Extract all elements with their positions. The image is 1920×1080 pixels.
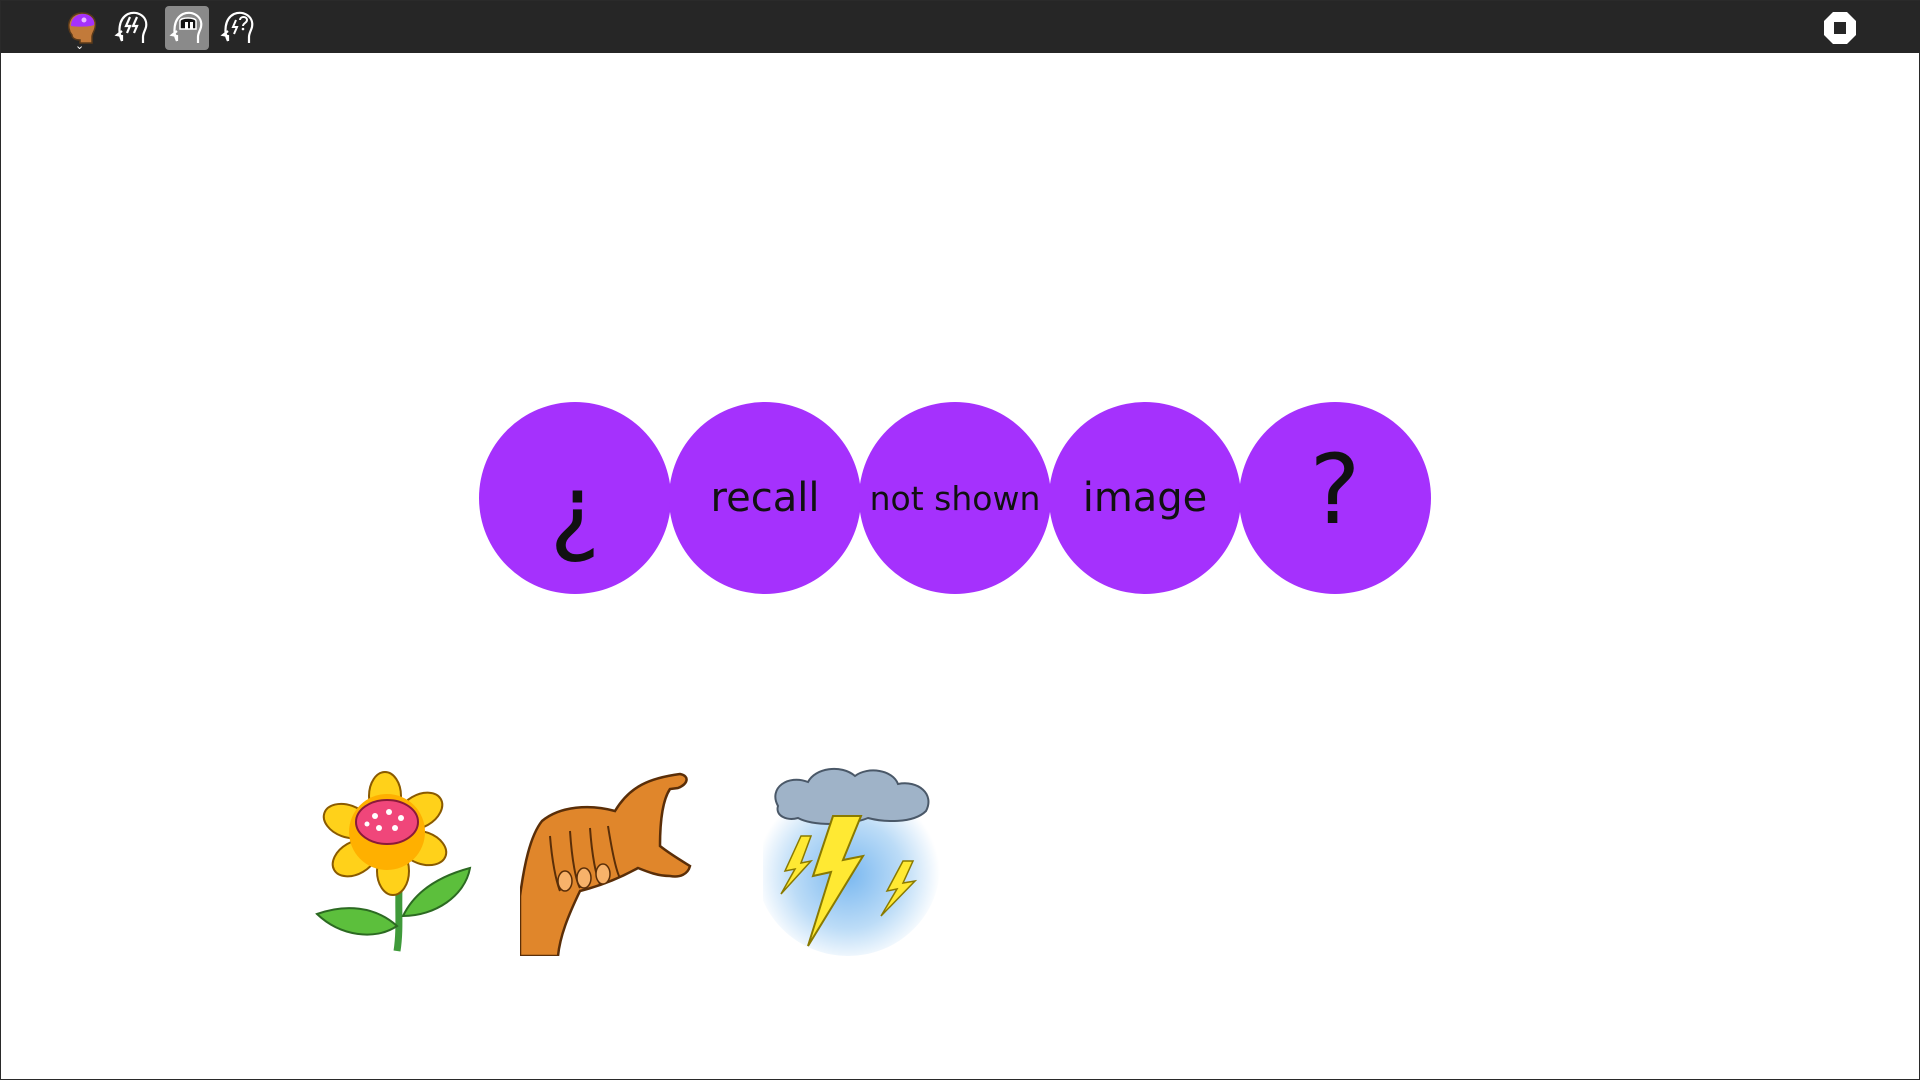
word-text: image [1082, 475, 1208, 521]
stop-icon[interactable] [1823, 11, 1857, 45]
chevron-down-icon[interactable]: ⌄ [75, 40, 84, 51]
sentence-bubbles: ¿ recall not shown image ? [479, 402, 1431, 594]
word-text: not shown [869, 478, 1041, 518]
word-bubble[interactable]: not shown [859, 402, 1051, 594]
head-lightning-icon[interactable] [110, 6, 154, 50]
top-toolbar: ⌄ [1, 1, 1920, 53]
flower-icon[interactable] [305, 766, 475, 956]
head-bolt-question-icon[interactable] [216, 6, 260, 50]
word-text: ¿ [549, 454, 601, 566]
word-bubble[interactable]: ¿ [479, 402, 671, 594]
word-bubble[interactable]: ? [1239, 402, 1431, 594]
storm-cloud-lightning-icon[interactable] [756, 766, 941, 956]
hand-gesture-icon[interactable] [518, 766, 692, 958]
app-window: ⌄ ¿ recall not shown image ? [0, 0, 1920, 1080]
head-gap-icon[interactable] [165, 6, 209, 50]
word-text: recall [710, 475, 820, 521]
word-bubble[interactable]: recall [669, 402, 861, 594]
word-text: ? [1309, 434, 1361, 546]
word-bubble[interactable]: image [1049, 402, 1241, 594]
